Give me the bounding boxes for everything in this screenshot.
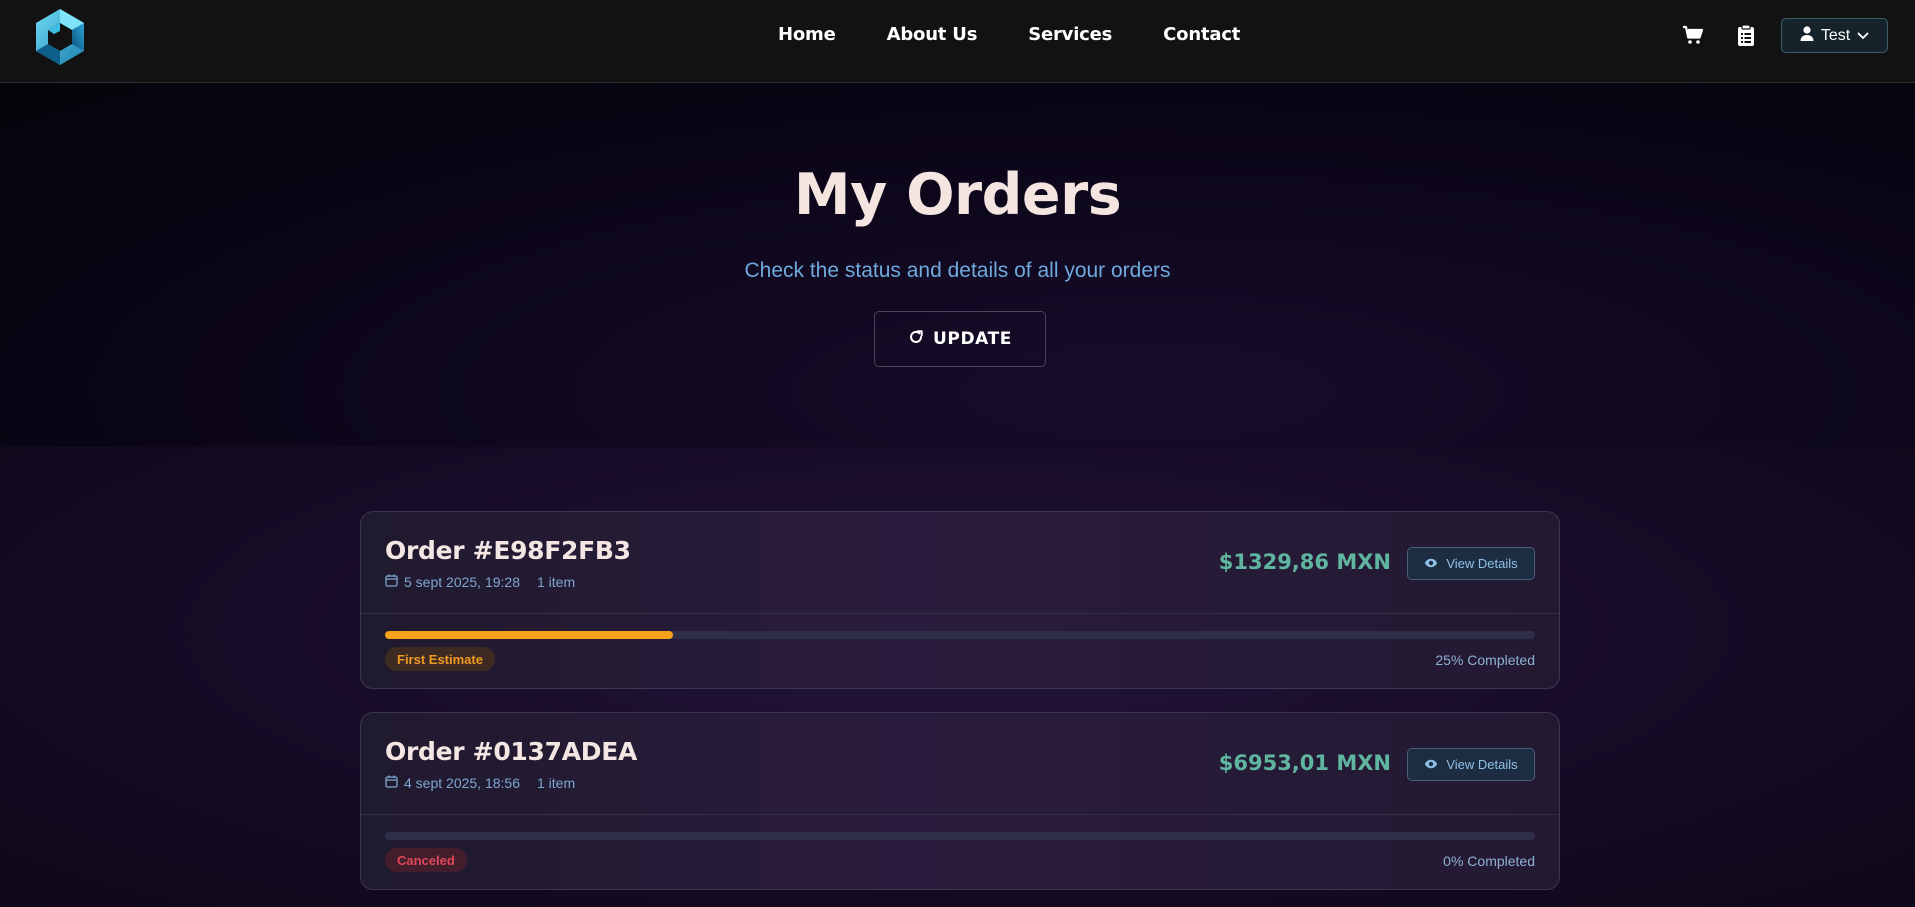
cart-icon[interactable] bbox=[1681, 23, 1705, 47]
eye-icon bbox=[1424, 756, 1438, 774]
order-item-count: 1 item bbox=[537, 775, 576, 791]
order-card: Order #E98F2FB3 5 sept 2025, 19:28 1 ite… bbox=[360, 511, 1560, 689]
nav-home-link[interactable]: Home bbox=[778, 24, 836, 45]
order-header: Order #0137ADEA 4 sept 2025, 18:56 1 ite… bbox=[361, 713, 1559, 815]
order-price: $1329,86 MXN bbox=[1218, 550, 1391, 574]
page-title: My Orders bbox=[793, 162, 1122, 228]
view-details-button[interactable]: View Details bbox=[1407, 748, 1535, 781]
status-badge: Canceled bbox=[385, 848, 467, 872]
order-meta: 4 sept 2025, 18:56 1 item bbox=[385, 775, 575, 791]
update-button[interactable]: UPDATE bbox=[874, 311, 1046, 367]
logo-icon[interactable] bbox=[32, 7, 88, 67]
order-completion-text: 25% Completed bbox=[1435, 652, 1535, 668]
nav-contact-link[interactable]: Contact bbox=[1163, 24, 1240, 45]
user-name-label: Test bbox=[1820, 26, 1851, 44]
hero-section: My Orders Check the status and details o… bbox=[0, 83, 1915, 447]
nav-about-link[interactable]: About Us bbox=[887, 24, 978, 45]
calendar-icon bbox=[385, 574, 398, 590]
order-progress-bar bbox=[385, 631, 1535, 639]
order-completion-text: 0% Completed bbox=[1443, 853, 1535, 869]
order-progress-fill bbox=[385, 631, 673, 639]
view-details-label: View Details bbox=[1446, 556, 1518, 571]
navbar: Home About Us Services Contact Test bbox=[0, 0, 1915, 83]
order-header: Order #E98F2FB3 5 sept 2025, 19:28 1 ite… bbox=[361, 512, 1559, 614]
user-icon bbox=[1800, 25, 1814, 46]
nav-services-link[interactable]: Services bbox=[1028, 24, 1112, 45]
order-meta: 5 sept 2025, 19:28 1 item bbox=[385, 574, 575, 590]
update-button-label: UPDATE bbox=[932, 329, 1013, 349]
order-item-count: 1 item bbox=[537, 574, 576, 590]
status-badge: First Estimate bbox=[385, 647, 495, 671]
refresh-icon bbox=[908, 329, 924, 350]
order-date: 5 sept 2025, 19:28 bbox=[404, 574, 520, 590]
order-date: 4 sept 2025, 18:56 bbox=[404, 775, 520, 791]
view-details-button[interactable]: View Details bbox=[1407, 547, 1535, 580]
page-subtitle: Check the status and details of all your… bbox=[744, 259, 1171, 282]
order-progress-bar bbox=[385, 832, 1535, 840]
eye-icon bbox=[1424, 555, 1438, 573]
clipboard-icon[interactable] bbox=[1734, 23, 1758, 47]
main-nav: Home About Us Services Contact bbox=[778, 24, 1240, 45]
chevron-down-icon bbox=[1857, 27, 1869, 45]
order-title: Order #0137ADEA bbox=[385, 737, 638, 766]
orders-list: Order #E98F2FB3 5 sept 2025, 19:28 1 ite… bbox=[0, 447, 1915, 907]
view-details-label: View Details bbox=[1446, 757, 1518, 772]
order-card: Order #0137ADEA 4 sept 2025, 18:56 1 ite… bbox=[360, 712, 1560, 890]
user-menu-button[interactable]: Test bbox=[1781, 18, 1888, 53]
calendar-icon bbox=[385, 775, 398, 791]
order-title: Order #E98F2FB3 bbox=[385, 536, 631, 565]
order-price: $6953,01 MXN bbox=[1218, 751, 1391, 775]
